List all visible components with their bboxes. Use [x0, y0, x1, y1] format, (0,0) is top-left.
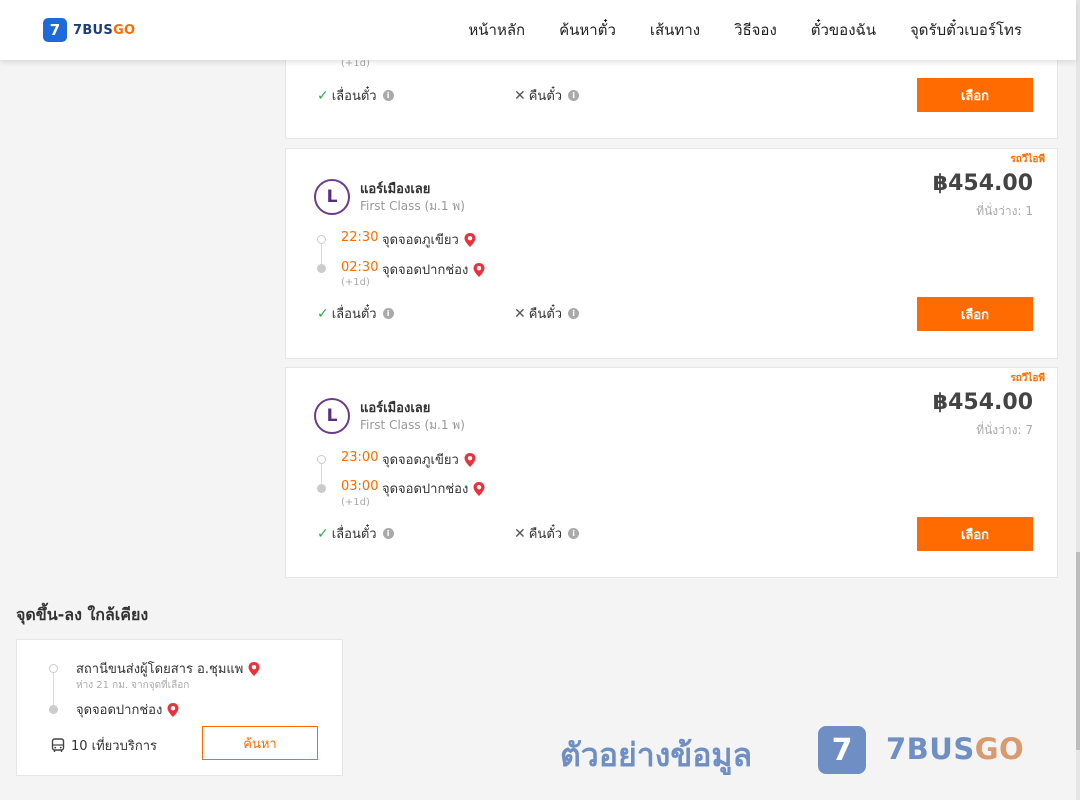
select-button[interactable]: เลือก	[917, 517, 1033, 551]
arrival-time: 03:00	[341, 479, 379, 494]
cross-icon: ✕	[514, 87, 526, 104]
nearby-stop-origin[interactable]: สถานีขนส่งผู้โดยสาร อ.ชุมแพ	[76, 658, 261, 679]
seats-available: ที่นั่งว่าง: 1	[976, 204, 1033, 218]
select-button[interactable]: เลือก	[917, 78, 1033, 112]
cross-icon: ✕	[514, 525, 526, 542]
nearby-distance: ห่าง 21 กม. จากจุดที่เลือก	[76, 680, 190, 691]
trip-card: รถวีไอพี L แอร์เมืองเลย First Class (ม.1…	[285, 148, 1058, 359]
arrival-dot	[49, 705, 58, 714]
feature-reschedule: ✓ เลื่อนตั๋ว i	[317, 523, 394, 544]
nav-ticket-pickup-phone[interactable]: จุดรับตั๋วเบอร์โทร	[910, 18, 1022, 42]
seats-available: ที่นั่งว่าง: 7	[976, 423, 1033, 437]
feature-refund: ✕ คืนตั๋ว i	[514, 523, 580, 544]
arrival-stop[interactable]: จุดจอดปากช่อง	[382, 478, 486, 499]
nav-my-tickets[interactable]: ตั๋วของฉัน	[811, 18, 876, 42]
top-header: 7 7BUSGO หน้าหลัก ค้นหาตั๋ว เส้นทาง วิธี…	[0, 0, 1076, 60]
departure-dot	[317, 455, 326, 464]
select-button[interactable]: เลือก	[917, 297, 1033, 331]
departure-dot	[49, 664, 58, 673]
operator-logo: L	[314, 398, 350, 434]
feature-refund: ✕ คืนตั๋ว i	[514, 85, 580, 106]
plus-day-label: (+1d)	[341, 497, 370, 508]
map-pin-icon[interactable]	[472, 262, 486, 278]
logo-text: 7BUSGO	[73, 22, 136, 38]
scrollbar-thumb[interactable]	[1076, 552, 1080, 750]
map-pin-icon[interactable]	[166, 702, 180, 718]
nearby-stops-title: จุดขึ้น-ลง ใกล้เคียง	[16, 605, 149, 624]
trip-card: รถวีไอพี L แอร์เมืองเลย First Class (ม.1…	[285, 367, 1058, 578]
operator-name: แอร์เมืองเลย	[360, 182, 431, 197]
check-icon: ✓	[317, 87, 329, 104]
departure-stop[interactable]: จุดจอดภูเขียว	[382, 229, 477, 250]
operator-name: แอร์เมืองเลย	[360, 401, 431, 416]
page-scrollbar[interactable]	[1076, 0, 1080, 800]
nav-home[interactable]: หน้าหลัก	[468, 18, 525, 42]
cross-icon: ✕	[514, 305, 526, 322]
map-pin-icon[interactable]	[463, 232, 477, 248]
vip-tag: รถวีไอพี	[1010, 154, 1045, 165]
nav-routes[interactable]: เส้นทาง	[650, 18, 700, 42]
trip-price: ฿454.00	[932, 171, 1033, 196]
feature-reschedule: ✓ เลื่อนตั๋ว i	[317, 85, 394, 106]
info-icon[interactable]: i	[568, 308, 580, 319]
departure-time: 23:00	[341, 450, 379, 465]
arrival-dot	[317, 264, 326, 273]
operator-logo: L	[314, 179, 350, 215]
nearby-stop-destination[interactable]: จุดจอดปากช่อง	[76, 699, 180, 720]
bus-class: First Class (ม.1 พ)	[360, 199, 465, 213]
watermark-logo-badge: 7	[818, 726, 866, 774]
watermark-text: ตัวอย่างข้อมูล	[560, 736, 753, 774]
watermark-logo: 7BUSGO	[886, 732, 1025, 766]
site-logo[interactable]: 7 7BUSGO	[43, 18, 135, 42]
info-icon[interactable]: i	[382, 528, 394, 539]
trip-price: ฿454.00	[932, 390, 1033, 415]
info-icon[interactable]: i	[568, 90, 580, 101]
arrival-stop[interactable]: จุดจอดปากช่อง	[382, 259, 486, 280]
nav-search-tickets[interactable]: ค้นหาตั๋ว	[559, 18, 616, 42]
nearby-trip-count: 10 เที่ยวบริการ	[51, 735, 157, 756]
vip-tag: รถวีไอพี	[1010, 373, 1045, 384]
bus-icon	[51, 738, 65, 752]
check-icon: ✓	[317, 305, 329, 322]
main-nav: หน้าหลัก ค้นหาตั๋ว เส้นทาง วิธีจอง ตั๋วข…	[468, 0, 1022, 60]
feature-refund: ✕ คืนตั๋ว i	[514, 303, 580, 324]
nearby-search-button[interactable]: ค้นหา	[202, 726, 318, 760]
info-icon[interactable]: i	[568, 528, 580, 539]
plus-day-label: (+1d)	[341, 277, 370, 288]
info-icon[interactable]: i	[382, 308, 394, 319]
departure-time: 22:30	[341, 230, 379, 245]
check-icon: ✓	[317, 525, 329, 542]
map-pin-icon[interactable]	[472, 481, 486, 497]
logo-badge: 7	[43, 18, 67, 42]
info-icon[interactable]: i	[382, 90, 394, 101]
bus-class: First Class (ม.1 พ)	[360, 418, 465, 432]
feature-reschedule: ✓ เลื่อนตั๋ว i	[317, 303, 394, 324]
nav-how-to-book[interactable]: วิธีจอง	[734, 18, 777, 42]
departure-dot	[317, 235, 326, 244]
map-pin-icon[interactable]	[463, 452, 477, 468]
arrival-dot	[317, 484, 326, 493]
nearby-stop-card: สถานีขนส่งผู้โดยสาร อ.ชุมแพ ห่าง 21 กม. …	[16, 639, 343, 776]
arrival-time: 02:30	[341, 260, 379, 275]
departure-stop[interactable]: จุดจอดภูเขียว	[382, 449, 477, 470]
map-pin-icon[interactable]	[247, 661, 261, 677]
